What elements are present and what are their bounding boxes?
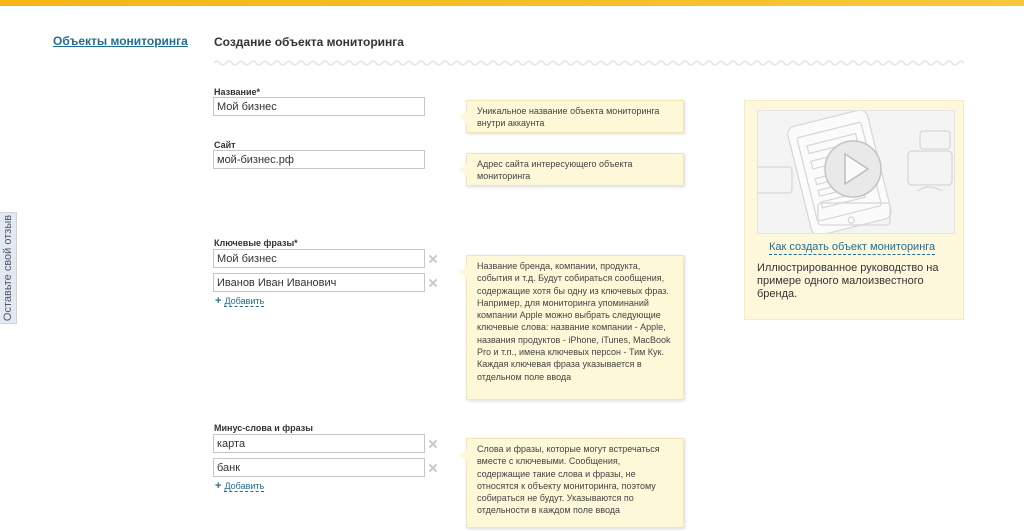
- name-input[interactable]: Мой бизнес: [213, 97, 425, 116]
- keywords-hint-text: Название бренда, компании, продукта, соб…: [477, 261, 671, 358]
- site-label: Сайт: [214, 140, 236, 150]
- video-guide-description: Иллюстрированное руководство на примере …: [757, 262, 939, 300]
- video-thumbnail[interactable]: [757, 110, 955, 234]
- keywords-hint-text-2: Каждая ключевая фраза указывается в отде…: [477, 359, 642, 382]
- page-title: Создание объекта мониторинга: [214, 35, 404, 49]
- name-label: Название*: [214, 87, 260, 97]
- minus-words-hint: Слова и фразы, которые могут встречаться…: [459, 438, 684, 528]
- site-input[interactable]: мой-бизнес.рф: [213, 150, 425, 169]
- add-minus-word-label: Добавить: [224, 481, 265, 492]
- site-hint-text: Адрес сайта интересующего объекта монито…: [477, 159, 633, 182]
- plus-icon: +: [215, 480, 222, 492]
- add-keyword-link[interactable]: + Добавить: [215, 295, 265, 307]
- remove-keyword-1-icon[interactable]: [429, 255, 437, 263]
- add-keyword-label: Добавить: [224, 296, 265, 307]
- name-hint-text: Уникальное название объекта мониторинга …: [477, 106, 660, 129]
- remove-minus-word-1-icon[interactable]: [429, 440, 437, 448]
- video-illustration: [758, 111, 953, 233]
- video-guide-link[interactable]: Как создать объект мониторинга: [769, 241, 936, 255]
- sidebar-link-monitoring-objects[interactable]: Объекты мониторинга: [53, 34, 188, 48]
- site-hint: Адрес сайта интересующего объекта монито…: [459, 153, 684, 186]
- keyword-input-1[interactable]: Мой бизнес: [213, 249, 425, 268]
- keywords-hint: Название бренда, компании, продукта, соб…: [459, 255, 684, 400]
- name-hint: Уникальное название объекта мониторинга …: [459, 100, 684, 133]
- keywords-label: Ключевые фразы*: [214, 238, 298, 248]
- top-accent-bar: [0, 0, 1024, 6]
- minus-words-label: Минус-слова и фразы: [214, 423, 313, 433]
- minus-words-hint-text: Слова и фразы, которые могут встречаться…: [477, 444, 660, 516]
- feedback-tab[interactable]: Оставьте свой отзыв: [0, 212, 17, 324]
- video-guide-card: Как создать объект мониторинга Иллюстрир…: [744, 100, 964, 320]
- minus-word-input-2[interactable]: банк: [213, 458, 425, 477]
- remove-keyword-2-icon[interactable]: [429, 279, 437, 287]
- wavy-divider: [214, 60, 964, 66]
- minus-word-input-1[interactable]: карта: [213, 434, 425, 453]
- remove-minus-word-2-icon[interactable]: [429, 464, 437, 472]
- keyword-input-2[interactable]: Иванов Иван Иванович: [213, 273, 425, 292]
- plus-icon: +: [215, 295, 222, 307]
- feedback-tab-label: Оставьте свой отзыв: [2, 214, 14, 322]
- add-minus-word-link[interactable]: + Добавить: [215, 480, 265, 492]
